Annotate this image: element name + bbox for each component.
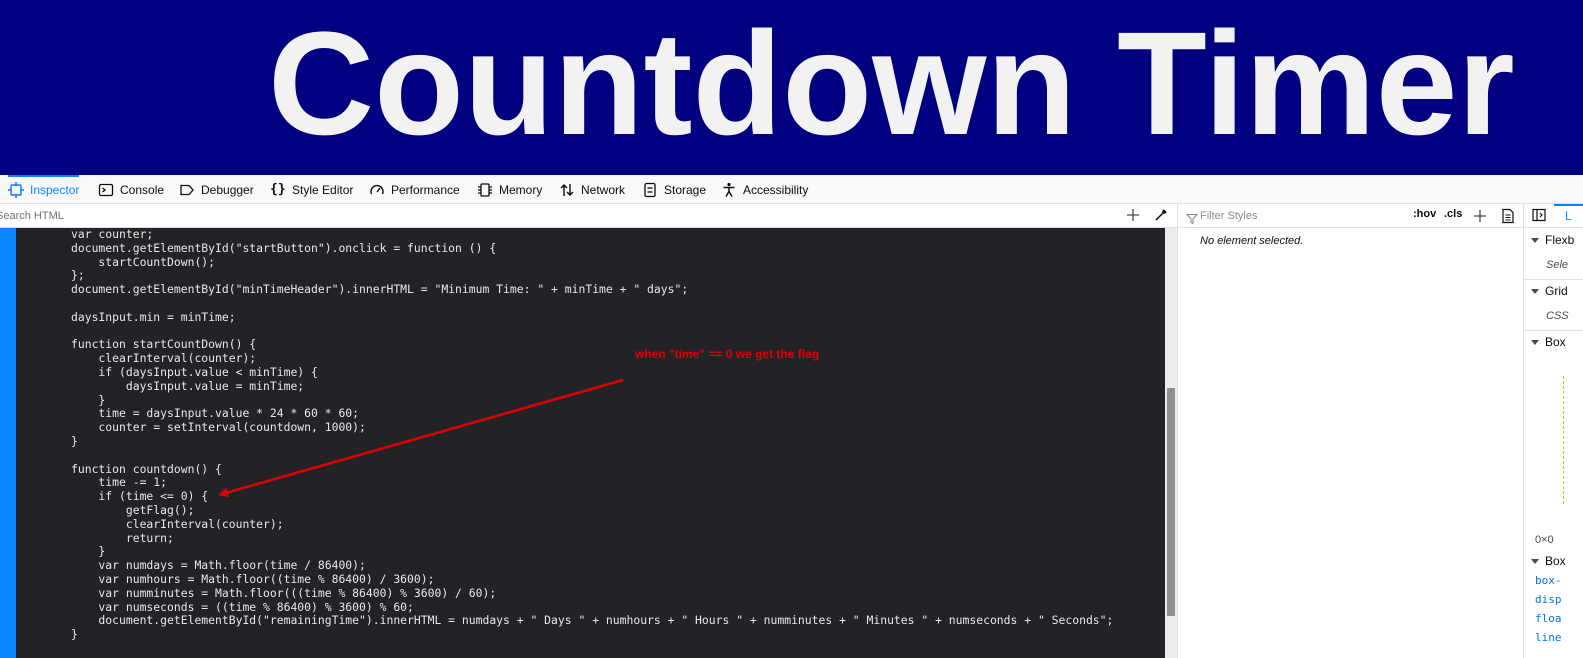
- tab-label: Memory: [499, 182, 543, 197]
- tab-label: Console: [120, 182, 165, 197]
- tab-accessibility[interactable]: Accessibility: [721, 175, 808, 204]
- rules-toolbar: :hov .cls: [1178, 204, 1524, 228]
- add-rule-icon[interactable]: [1473, 208, 1487, 222]
- box-model-diagram: [1563, 376, 1583, 504]
- tab-layout[interactable]: L: [1554, 204, 1583, 228]
- tab-inspector[interactable]: Inspector: [8, 175, 80, 204]
- flexbox-section-header[interactable]: Flexb: [1524, 228, 1583, 252]
- annotation-arrow: [218, 378, 624, 498]
- debugger-icon: [179, 182, 195, 198]
- tab-label: Network: [581, 182, 626, 197]
- devtools-toolbar: Inspector Console Debugger {} Style Edito…: [0, 175, 1583, 204]
- hover-state-toggle[interactable]: :hov: [1413, 208, 1436, 220]
- print-media-icon[interactable]: [1501, 208, 1515, 224]
- box-model-label: Box: [1545, 335, 1566, 349]
- tab-label: Performance: [391, 182, 460, 197]
- tab-label: Debugger: [201, 182, 254, 197]
- expand-triangle-icon: [1531, 237, 1539, 243]
- page-banner: Countdown Timer: [0, 0, 1583, 175]
- sidebar-toggle-icon[interactable]: [1532, 208, 1546, 222]
- box-prop[interactable]: disp: [1535, 593, 1562, 606]
- tab-label: Storage: [664, 182, 707, 197]
- box-prop[interactable]: box-: [1535, 574, 1562, 587]
- inspector-icon: [8, 181, 24, 198]
- box-size: 0×0: [1535, 534, 1554, 546]
- add-node-icon[interactable]: [1125, 207, 1141, 223]
- grid-hint: CSS: [1546, 310, 1569, 322]
- rules-panel: :hov .cls No element selected.: [1177, 204, 1524, 658]
- tab-storage[interactable]: Storage: [642, 175, 706, 204]
- layout-tabs: L: [1524, 204, 1583, 228]
- style-editor-icon: {}: [270, 181, 286, 197]
- tab-debugger[interactable]: Debugger: [179, 175, 254, 204]
- filter-icon: [1185, 210, 1199, 225]
- box-properties-header[interactable]: Box: [1524, 549, 1583, 573]
- tab-performance[interactable]: Performance: [369, 175, 460, 204]
- storage-icon: [642, 182, 658, 198]
- expand-triangle-icon: [1531, 339, 1539, 345]
- expand-triangle-icon: [1531, 558, 1539, 564]
- tab-network[interactable]: Network: [559, 175, 625, 204]
- markup-search-bar: [0, 204, 1177, 228]
- grid-label: Grid: [1545, 284, 1568, 298]
- markup-code-view[interactable]: var counter; document.getElementById("sta…: [0, 228, 1177, 658]
- eyedropper-icon[interactable]: [1153, 207, 1169, 223]
- box-properties-label: Box: [1545, 554, 1566, 568]
- tab-style-editor[interactable]: {} Style Editor: [270, 175, 353, 204]
- accessibility-icon: [721, 182, 737, 198]
- performance-icon: [369, 182, 385, 198]
- tab-label: Style Editor: [292, 182, 354, 197]
- console-icon: [98, 182, 114, 198]
- box-prop[interactable]: line: [1535, 631, 1562, 644]
- network-icon: [559, 182, 575, 198]
- tab-label: Accessibility: [743, 182, 809, 197]
- tab-memory[interactable]: Memory: [477, 175, 542, 204]
- no-element-message: No element selected.: [1200, 235, 1304, 247]
- page-title: Countdown Timer: [268, 2, 1515, 166]
- filter-styles-input[interactable]: [1200, 207, 1400, 225]
- flexbox-label: Flexb: [1545, 233, 1575, 247]
- box-model-section-header[interactable]: Box: [1524, 330, 1583, 354]
- grid-section-header[interactable]: Grid: [1524, 279, 1583, 303]
- class-toggle[interactable]: .cls: [1444, 208, 1462, 220]
- layout-panel: L Flexb Sele Grid CSS Box 0×0 Box box- d…: [1523, 204, 1583, 658]
- tab-console[interactable]: Console: [98, 175, 164, 204]
- memory-icon: [477, 182, 493, 198]
- expand-triangle-icon: [1531, 288, 1539, 294]
- tab-label: Inspector: [30, 182, 80, 197]
- search-html-input[interactable]: [0, 204, 1110, 227]
- box-prop[interactable]: floa: [1535, 612, 1562, 625]
- scrollbar-thumb[interactable]: [1167, 388, 1175, 616]
- flexbox-hint: Sele: [1546, 259, 1569, 271]
